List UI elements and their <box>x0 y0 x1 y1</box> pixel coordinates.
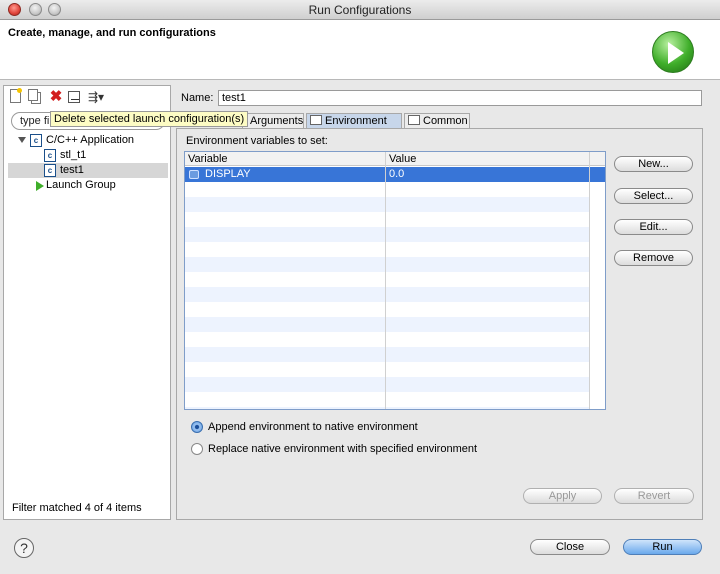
duplicate-configuration-button[interactable] <box>28 89 44 105</box>
delete-configuration-button[interactable]: ✖ <box>48 89 64 105</box>
tab-label: Common <box>423 115 468 127</box>
tree-item-label: stl_t1 <box>60 149 87 161</box>
tab-common[interactable]: Common <box>404 113 470 129</box>
table-header: Variable Value <box>185 152 605 166</box>
window-title-bar: Run Configurations <box>0 0 720 20</box>
c-file-icon: c <box>44 164 56 177</box>
column-header-value[interactable]: Value <box>386 152 586 166</box>
filter-status: Filter matched 4 of 4 items <box>12 502 142 514</box>
tab-environment[interactable]: Environment <box>306 113 402 129</box>
table-row-stripe <box>185 197 589 212</box>
remove-variable-button[interactable]: Remove <box>614 250 693 266</box>
configurations-toolbar: ✖ ⇶▾ <box>8 88 110 106</box>
tree-item-launch-group[interactable]: Launch Group <box>8 178 168 193</box>
tree-item-label: Launch Group <box>46 179 116 191</box>
new-variable-button[interactable]: New... <box>614 156 693 172</box>
replace-environment-radio[interactable]: Replace native environment with specifie… <box>191 442 477 456</box>
table-row-stripe <box>185 317 589 332</box>
radio-selected-icon <box>191 421 203 433</box>
run-banner-icon <box>652 31 694 73</box>
header-title: Create, manage, and run configurations <box>8 27 216 39</box>
tree-item-test1[interactable]: c test1 <box>8 163 168 178</box>
tree-item-label: C/C++ Application <box>46 134 135 146</box>
tab-label: Environment <box>325 115 387 127</box>
close-button[interactable]: Close <box>530 539 610 555</box>
collapse-all-icon <box>68 91 80 103</box>
append-environment-radio[interactable]: Append environment to native environment <box>191 420 418 434</box>
header-banner: Create, manage, and run configurations <box>0 20 720 80</box>
table-row-stripe <box>185 227 589 242</box>
radio-unselected-icon <box>191 443 203 455</box>
table-row-stripe <box>185 287 589 302</box>
window-title: Run Configurations <box>308 3 412 17</box>
new-configuration-button[interactable] <box>8 88 24 105</box>
apply-button[interactable]: Apply <box>523 488 602 504</box>
radio-label: Replace native environment with specifie… <box>208 443 478 455</box>
table-row-stripe <box>185 377 589 392</box>
duplicate-icon <box>28 89 38 101</box>
value-cell: 0.0 <box>389 168 405 180</box>
table-row-stripe <box>185 407 589 409</box>
tree-item-label: test1 <box>60 164 84 176</box>
collapse-all-button[interactable] <box>68 89 84 105</box>
c-application-icon: c <box>30 134 42 147</box>
help-icon[interactable]: ? <box>14 538 34 558</box>
run-button[interactable]: Run <box>623 539 702 555</box>
variable-cell: DISPLAY <box>205 168 251 180</box>
filter-menu-button[interactable]: ⇶▾ <box>88 89 110 105</box>
variable-icon <box>189 170 199 179</box>
new-configuration-icon <box>10 88 22 103</box>
configurations-panel: ✖ ⇶▾ type fil c C/C++ Application c stl_… <box>3 85 171 520</box>
tab-arguments[interactable]: Arguments <box>242 113 304 129</box>
common-icon <box>408 115 420 125</box>
column-divider <box>385 152 386 409</box>
name-label: Name: <box>181 92 214 104</box>
column-divider <box>589 152 590 409</box>
tab-label: Arguments <box>250 115 304 127</box>
environment-tab-panel: Environment variables to set: Variable V… <box>176 128 703 520</box>
name-field[interactable]: test1 <box>218 90 702 106</box>
select-variable-button[interactable]: Select... <box>614 188 693 204</box>
tree-item-stl-t1[interactable]: c stl_t1 <box>8 148 168 163</box>
radio-label: Append environment to native environment <box>208 421 418 433</box>
column-header-variable[interactable]: Variable <box>185 152 385 166</box>
delete-tooltip: Delete selected launch configuration(s) <box>50 111 249 127</box>
revert-button[interactable]: Revert <box>614 488 694 504</box>
configuration-tree: c C/C++ Application c stl_t1 c test1 Lau… <box>8 133 168 193</box>
table-row-stripe <box>185 347 589 362</box>
edit-variable-button[interactable]: Edit... <box>614 219 693 235</box>
table-row[interactable]: DISPLAY 0.0 <box>185 167 605 182</box>
expand-triangle-icon[interactable] <box>18 137 26 143</box>
environment-icon <box>310 115 322 125</box>
tree-item-c-application[interactable]: c C/C++ Application <box>8 133 168 148</box>
environment-variables-label: Environment variables to set: <box>186 135 328 147</box>
table-row-stripe <box>185 257 589 272</box>
environment-table[interactable]: Variable Value DISPLAY 0.0 <box>184 151 606 410</box>
launch-group-icon <box>36 181 44 191</box>
c-file-icon: c <box>44 149 56 162</box>
